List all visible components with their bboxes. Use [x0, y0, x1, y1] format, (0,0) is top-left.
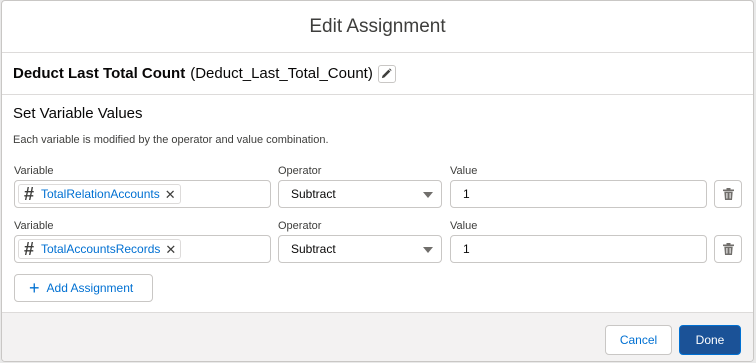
add-assignment-button[interactable]: + Add Assignment	[14, 274, 153, 302]
operator-selected-value: Subtract	[291, 187, 336, 201]
delete-row-button[interactable]	[714, 235, 742, 263]
operator-selected-value: Subtract	[291, 242, 336, 256]
value-input[interactable]: 1	[450, 180, 707, 208]
remove-variable-icon[interactable]: ✕	[165, 188, 176, 201]
trash-icon	[722, 188, 734, 200]
plus-icon: +	[29, 277, 40, 298]
variable-pill-label: TotalRelationAccounts	[41, 187, 160, 201]
hash-icon: #	[23, 184, 34, 204]
modal-footer: Cancel Done	[2, 312, 753, 361]
variable-label: Variable	[14, 165, 54, 177]
modal-title: Edit Assignment	[309, 15, 446, 37]
element-label: Deduct Last Total Count	[13, 65, 186, 82]
pencil-icon	[382, 68, 392, 79]
trash-icon	[722, 243, 734, 255]
operator-select[interactable]: Subtract	[278, 180, 442, 208]
variable-pill[interactable]: # TotalRelationAccounts ✕	[18, 184, 181, 204]
remove-variable-icon[interactable]: ✕	[165, 243, 176, 256]
variable-pill-label: TotalAccountsRecords	[41, 242, 161, 256]
element-api-name: (Deduct_Last_Total_Count)	[190, 65, 373, 82]
chevron-down-icon	[423, 247, 433, 253]
value-label: Value	[450, 165, 478, 177]
operator-label: Operator	[278, 220, 322, 232]
variable-pill[interactable]: # TotalAccountsRecords ✕	[18, 239, 182, 259]
edit-assignment-modal: Edit Assignment Deduct Last Total Count …	[1, 0, 754, 362]
operator-label: Operator	[278, 165, 322, 177]
variable-field[interactable]: # TotalAccountsRecords ✕	[14, 235, 271, 263]
variable-label: Variable	[14, 220, 54, 232]
hash-icon: #	[23, 239, 34, 259]
element-name-row: Deduct Last Total Count (Deduct_Last_Tot…	[2, 53, 753, 95]
value-label: Value	[450, 220, 478, 232]
section-title: Set Variable Values	[13, 105, 143, 122]
variable-field[interactable]: # TotalRelationAccounts ✕	[14, 180, 271, 208]
edit-name-button[interactable]	[377, 64, 396, 83]
cancel-button[interactable]: Cancel	[605, 325, 672, 355]
modal-header: Edit Assignment	[2, 1, 753, 53]
operator-select[interactable]: Subtract	[278, 235, 442, 263]
section-description: Each variable is modified by the operato…	[13, 134, 329, 146]
delete-row-button[interactable]	[714, 180, 742, 208]
done-button[interactable]: Done	[679, 325, 741, 355]
chevron-down-icon	[423, 192, 433, 198]
add-assignment-label: Add Assignment	[46, 281, 134, 295]
value-input[interactable]: 1	[450, 235, 707, 263]
